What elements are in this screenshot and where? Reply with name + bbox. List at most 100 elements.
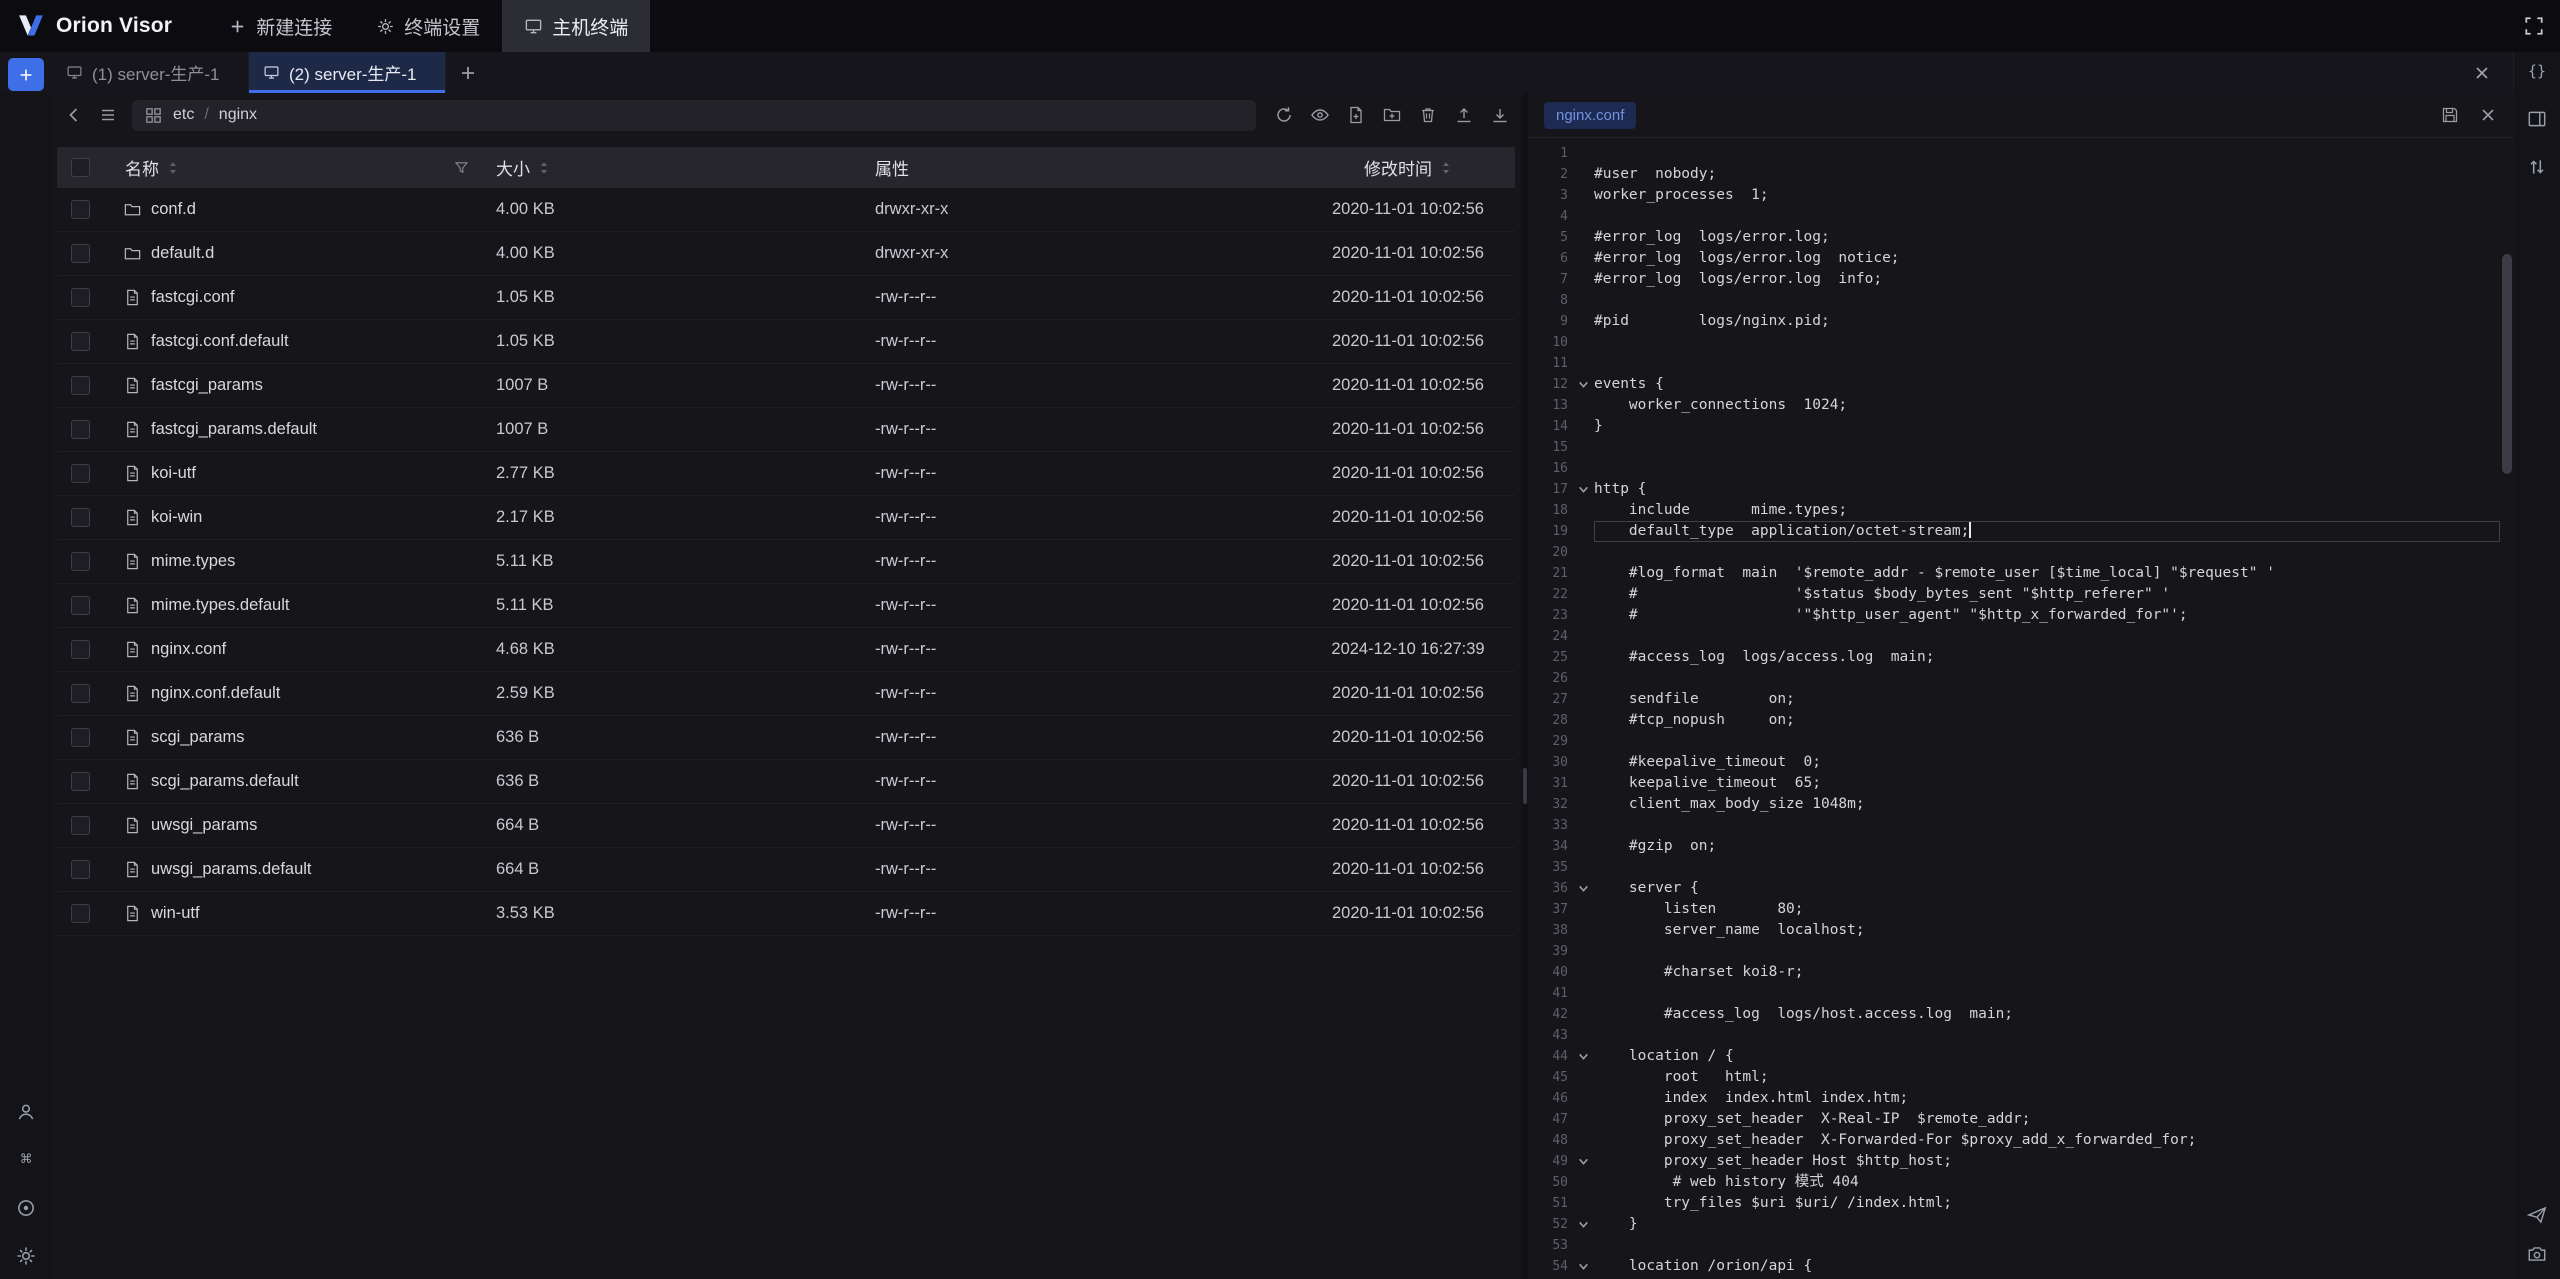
code-line[interactable]: 15 bbox=[1528, 437, 2500, 458]
code-line[interactable]: 40 #charset koi8-r; bbox=[1528, 962, 2500, 983]
breadcrumb-segment[interactable]: nginx bbox=[219, 106, 257, 124]
table-row[interactable]: nginx.conf.default2.59 KB-rw-r--r--2020-… bbox=[57, 672, 1515, 716]
row-checkbox[interactable] bbox=[71, 552, 90, 571]
table-row[interactable]: mime.types5.11 KB-rw-r--r--2020-11-01 10… bbox=[57, 540, 1515, 584]
menu-item-terminal-settings[interactable]: 终端设置 bbox=[354, 0, 502, 52]
file-name-cell[interactable]: uwsgi_params bbox=[103, 816, 496, 835]
close-editor-icon[interactable] bbox=[2478, 105, 2498, 125]
list-view-icon[interactable] bbox=[98, 105, 118, 125]
scrollbar-thumb[interactable] bbox=[2502, 254, 2512, 474]
fold-chevron-icon[interactable] bbox=[1572, 1214, 1594, 1235]
file-name-cell[interactable]: win-utf bbox=[103, 904, 496, 923]
code-line[interactable]: 35 bbox=[1528, 857, 2500, 878]
row-checkbox[interactable] bbox=[71, 728, 90, 747]
code-line[interactable]: 47 proxy_set_header X-Real-IP $remote_ad… bbox=[1528, 1109, 2500, 1130]
header-cell-name[interactable]: 名称 bbox=[103, 155, 496, 180]
code-line[interactable]: 10 bbox=[1528, 332, 2500, 353]
file-name-cell[interactable]: fastcgi.conf bbox=[103, 288, 496, 307]
table-row[interactable]: nginx.conf4.68 KB-rw-r--r--2024-12-10 16… bbox=[57, 628, 1515, 672]
code-line[interactable]: 50 # web history 模式 404 bbox=[1528, 1172, 2500, 1193]
code-line[interactable]: 11 bbox=[1528, 353, 2500, 374]
file-name-cell[interactable]: conf.d bbox=[103, 200, 496, 219]
code-line[interactable]: 32 client_max_body_size 1048m; bbox=[1528, 794, 2500, 815]
fold-chevron-icon[interactable] bbox=[1572, 1256, 1594, 1277]
code-line[interactable]: 53 bbox=[1528, 1235, 2500, 1256]
back-icon[interactable] bbox=[64, 105, 84, 125]
save-icon[interactable] bbox=[2440, 105, 2460, 125]
header-cell-mtime[interactable]: 修改时间 bbox=[1301, 155, 1515, 180]
table-row[interactable]: win-utf3.53 KB-rw-r--r--2020-11-01 10:02… bbox=[57, 892, 1515, 936]
code-line[interactable]: 46 index index.html index.htm; bbox=[1528, 1088, 2500, 1109]
file-name-cell[interactable]: fastcgi_params bbox=[103, 376, 496, 395]
table-row[interactable]: default.d4.00 KBdrwxr-xr-x2020-11-01 10:… bbox=[57, 232, 1515, 276]
file-name-cell[interactable]: default.d bbox=[103, 244, 496, 263]
tab-1[interactable]: (1) server-生产-1 bbox=[52, 52, 249, 93]
fold-chevron-icon[interactable] bbox=[1572, 374, 1594, 395]
fold-chevron-icon[interactable] bbox=[1572, 1046, 1594, 1067]
file-name-cell[interactable]: nginx.conf.default bbox=[103, 684, 496, 703]
file-name-cell[interactable]: scgi_params bbox=[103, 728, 496, 747]
editor-scrollbar[interactable] bbox=[2502, 138, 2512, 1279]
transfer-list-icon[interactable] bbox=[2526, 156, 2548, 178]
row-checkbox[interactable] bbox=[71, 816, 90, 835]
code-line[interactable]: 23 # '"$http_user_agent" "$http_x_forwar… bbox=[1528, 605, 2500, 626]
code-line[interactable]: 5#error_log logs/error.log; bbox=[1528, 227, 2500, 248]
select-all-checkbox[interactable] bbox=[71, 158, 90, 177]
code-line[interactable]: 37 listen 80; bbox=[1528, 899, 2500, 920]
download-icon[interactable] bbox=[1490, 105, 1510, 125]
code-line[interactable]: 42 #access_log logs/host.access.log main… bbox=[1528, 1004, 2500, 1025]
table-row[interactable]: koi-utf2.77 KB-rw-r--r--2020-11-01 10:02… bbox=[57, 452, 1515, 496]
row-checkbox[interactable] bbox=[71, 200, 90, 219]
code-line[interactable]: 24 bbox=[1528, 626, 2500, 647]
splitter-handle[interactable] bbox=[1523, 768, 1527, 804]
code-line[interactable]: 20 bbox=[1528, 542, 2500, 563]
table-row[interactable]: mime.types.default5.11 KB-rw-r--r--2020-… bbox=[57, 584, 1515, 628]
code-line[interactable]: 18 include mime.types; bbox=[1528, 500, 2500, 521]
sort-size-icon[interactable] bbox=[538, 160, 550, 176]
code-line[interactable]: 13 worker_connections 1024; bbox=[1528, 395, 2500, 416]
table-row[interactable]: uwsgi_params664 B-rw-r--r--2020-11-01 10… bbox=[57, 804, 1515, 848]
code-line[interactable]: 16 bbox=[1528, 458, 2500, 479]
settings-gear-icon[interactable] bbox=[15, 1245, 37, 1267]
code-line[interactable]: 22 # '$status $body_bytes_sent "$http_re… bbox=[1528, 584, 2500, 605]
file-name-cell[interactable]: scgi_params.default bbox=[103, 772, 496, 791]
code-line[interactable]: 21 #log_format main '$remote_addr - $rem… bbox=[1528, 563, 2500, 584]
row-checkbox[interactable] bbox=[71, 332, 90, 351]
add-tab-icon[interactable] bbox=[458, 63, 478, 83]
row-checkbox[interactable] bbox=[71, 640, 90, 659]
shortcuts-icon[interactable]: ⌘ bbox=[15, 1149, 37, 1171]
row-checkbox[interactable] bbox=[71, 376, 90, 395]
table-row[interactable]: uwsgi_params.default664 B-rw-r--r--2020-… bbox=[57, 848, 1515, 892]
code-line[interactable]: 8 bbox=[1528, 290, 2500, 311]
table-row[interactable]: koi-win2.17 KB-rw-r--r--2020-11-01 10:02… bbox=[57, 496, 1515, 540]
sort-name-icon[interactable] bbox=[167, 160, 179, 176]
code-line[interactable]: 33 bbox=[1528, 815, 2500, 836]
root-location-icon[interactable] bbox=[144, 106, 163, 125]
file-name-cell[interactable]: mime.types bbox=[103, 552, 496, 571]
code-line[interactable]: 36 server { bbox=[1528, 878, 2500, 899]
row-checkbox[interactable] bbox=[71, 288, 90, 307]
code-line[interactable]: 28 #tcp_nopush on; bbox=[1528, 710, 2500, 731]
new-folder-icon[interactable] bbox=[1382, 105, 1402, 125]
code-line[interactable]: 12events { bbox=[1528, 374, 2500, 395]
breadcrumb-segment[interactable]: etc bbox=[173, 106, 194, 124]
code-line[interactable]: 4 bbox=[1528, 206, 2500, 227]
table-row[interactable]: fastcgi_params1007 B-rw-r--r--2020-11-01… bbox=[57, 364, 1515, 408]
code-line[interactable]: 34 #gzip on; bbox=[1528, 836, 2500, 857]
file-name-cell[interactable]: koi-utf bbox=[103, 464, 496, 483]
new-tab-button[interactable] bbox=[8, 58, 44, 91]
code-line[interactable]: 14} bbox=[1528, 416, 2500, 437]
fold-chevron-icon[interactable] bbox=[1572, 1151, 1594, 1172]
file-name-cell[interactable]: fastcgi_params.default bbox=[103, 420, 496, 439]
row-checkbox[interactable] bbox=[71, 684, 90, 703]
code-line[interactable]: 45 root html; bbox=[1528, 1067, 2500, 1088]
header-cell-size[interactable]: 大小 bbox=[496, 155, 875, 180]
code-line[interactable]: 41 bbox=[1528, 983, 2500, 1004]
fullscreen-icon[interactable] bbox=[2523, 15, 2545, 37]
code-line[interactable]: 6#error_log logs/error.log notice; bbox=[1528, 248, 2500, 269]
code-line[interactable]: 2#user nobody; bbox=[1528, 164, 2500, 185]
theme-icon[interactable] bbox=[15, 1197, 37, 1219]
table-row[interactable]: scgi_params.default636 B-rw-r--r--2020-1… bbox=[57, 760, 1515, 804]
row-checkbox[interactable] bbox=[71, 464, 90, 483]
code-line[interactable]: 26 bbox=[1528, 668, 2500, 689]
